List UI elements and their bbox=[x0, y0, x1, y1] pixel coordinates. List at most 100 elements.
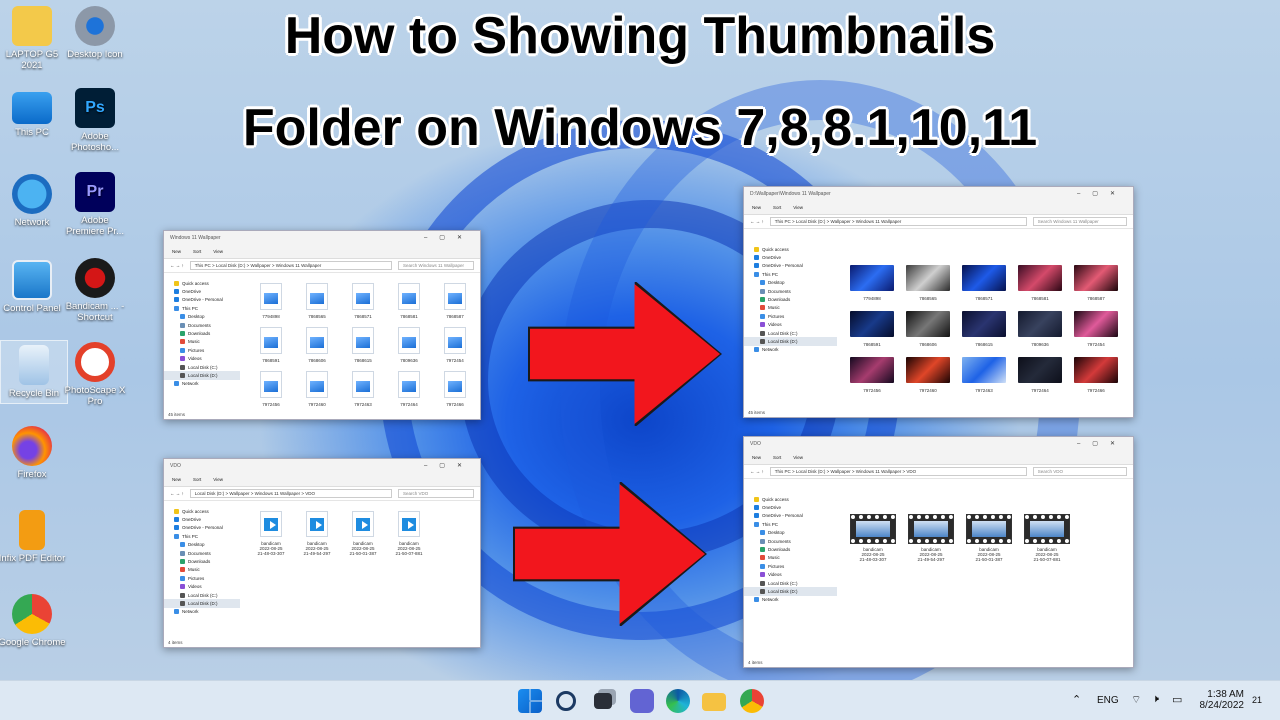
sort-button[interactable]: Sort bbox=[773, 205, 781, 210]
notification-count[interactable]: 21 bbox=[1252, 695, 1262, 705]
desktop-icon-photoscape[interactable]: PhotoScape X Pro bbox=[61, 342, 129, 407]
view-button[interactable]: View bbox=[213, 477, 223, 482]
window-titlebar[interactable]: VDO –▢✕ bbox=[164, 459, 480, 473]
file-item[interactable]: bandicam 2022-08-25 21-49-54-297 bbox=[294, 511, 340, 556]
address-bar[interactable]: This PC > Local Disk (D:) > Wallpaper > … bbox=[189, 261, 392, 270]
file-item[interactable]: 7972460 bbox=[900, 357, 956, 393]
nav-item[interactable]: OneDrive - Personal bbox=[164, 296, 240, 304]
desktop-icon-infix[interactable]: Infix PDF Editor bbox=[0, 510, 66, 564]
back-icon[interactable]: ← → ↑ bbox=[170, 491, 184, 496]
nav-item[interactable]: Videos bbox=[744, 321, 837, 329]
desktop-icon-firefox[interactable]: Firefox bbox=[0, 426, 66, 480]
file-item[interactable]: 7972454 bbox=[432, 327, 478, 363]
sort-button[interactable]: Sort bbox=[193, 477, 201, 482]
file-item[interactable]: 7972463 bbox=[956, 357, 1012, 393]
view-button[interactable]: View bbox=[213, 249, 223, 254]
search-input[interactable]: Search Windows 11 Wallpaper bbox=[1032, 217, 1127, 226]
nav-item[interactable]: This PC bbox=[744, 270, 837, 278]
nav-item[interactable]: Pictures bbox=[164, 574, 240, 582]
nav-item[interactable]: Documents bbox=[744, 287, 837, 295]
file-item[interactable]: 7794898 bbox=[844, 265, 900, 301]
file-item[interactable]: bandicam 2022-08-25 21-48-03-307 bbox=[248, 511, 294, 556]
window-titlebar[interactable]: D:\Wallpaper\Windows 11 Wallpaper –▢✕ bbox=[744, 187, 1133, 201]
explorer-window-vdo-after[interactable]: VDO –▢✕ New Sort View ← → ↑ This PC > Local … bbox=[743, 436, 1134, 668]
nav-item[interactable]: Videos bbox=[744, 571, 837, 579]
search-icon[interactable] bbox=[556, 691, 576, 711]
nav-item[interactable]: Documents bbox=[164, 321, 240, 329]
nav-item[interactable]: Local Disk (D:) bbox=[164, 599, 240, 608]
nav-item[interactable]: Network bbox=[164, 608, 240, 616]
file-item[interactable]: 7972454 bbox=[1068, 311, 1124, 347]
nav-item[interactable]: Quick access bbox=[164, 507, 240, 515]
file-explorer-icon[interactable] bbox=[702, 693, 726, 711]
file-item[interactable]: bandicam 2022-08-25 21-49-54-297 bbox=[902, 514, 960, 562]
file-item[interactable]: 7868587 bbox=[432, 283, 478, 319]
file-item[interactable]: 7868591 bbox=[248, 327, 294, 363]
nav-item[interactable]: Music bbox=[744, 554, 837, 562]
file-item[interactable]: 7868606 bbox=[900, 311, 956, 347]
address-bar[interactable]: Local Disk (D:) > Wallpaper > Windows 11… bbox=[189, 489, 392, 498]
desktop-icon-chrome[interactable]: Google Chrome bbox=[0, 594, 66, 648]
nav-item[interactable]: OneDrive bbox=[164, 287, 240, 295]
nav-item[interactable]: Desktop bbox=[164, 313, 240, 321]
sort-button[interactable]: Sort bbox=[773, 455, 781, 460]
windows-start-icon[interactable] bbox=[518, 689, 542, 713]
nav-item[interactable]: OneDrive - Personal bbox=[164, 524, 240, 532]
file-item[interactable]: 7972466 bbox=[432, 371, 478, 407]
window-titlebar[interactable]: VDO –▢✕ bbox=[744, 437, 1133, 451]
nav-item[interactable]: Desktop bbox=[164, 541, 240, 549]
file-item[interactable]: 7868581 bbox=[1012, 265, 1068, 301]
explorer-window-wallpaper-before[interactable]: Windows 11 Wallpaper –▢✕ New Sort View ← → … bbox=[163, 230, 481, 420]
nav-item[interactable]: Network bbox=[744, 346, 837, 354]
nav-item[interactable]: OneDrive - Personal bbox=[744, 512, 837, 520]
nav-item[interactable]: Videos bbox=[164, 355, 240, 363]
nav-item[interactable]: Local Disk (D:) bbox=[744, 587, 838, 596]
explorer-window-vdo-before[interactable]: VDO –▢✕ New Sort View ← → ↑ Local Disk (D:) … bbox=[163, 458, 481, 648]
file-item[interactable]: 7972456 bbox=[844, 357, 900, 393]
nav-item[interactable]: Documents bbox=[164, 549, 240, 557]
new-button[interactable]: New bbox=[172, 477, 181, 482]
window-controls[interactable]: –▢✕ bbox=[1077, 190, 1127, 197]
nav-item[interactable]: Local Disk (D:) bbox=[164, 371, 240, 380]
file-item[interactable]: 7868615 bbox=[956, 311, 1012, 347]
file-item[interactable]: 7868587 bbox=[1068, 265, 1124, 301]
nav-item[interactable]: Downloads bbox=[164, 329, 240, 337]
address-bar[interactable]: This PC > Local Disk (D:) > Wallpaper > … bbox=[769, 467, 1027, 476]
desktop-icon-control-panel[interactable]: Control Panel bbox=[0, 260, 66, 314]
desktop-icon-photoshop[interactable]: Ps Adobe Photosho... bbox=[61, 88, 129, 153]
teams-icon[interactable] bbox=[630, 689, 654, 713]
window-controls[interactable]: –▢✕ bbox=[424, 462, 474, 469]
view-button[interactable]: View bbox=[793, 455, 803, 460]
nav-item[interactable]: This PC bbox=[164, 532, 240, 540]
window-titlebar[interactable]: Windows 11 Wallpaper –▢✕ bbox=[164, 231, 480, 245]
back-icon[interactable]: ← → ↑ bbox=[750, 219, 764, 224]
search-input[interactable]: Search VDO bbox=[1032, 467, 1127, 476]
nav-item[interactable]: Pictures bbox=[744, 562, 837, 570]
nav-item[interactable]: Documents bbox=[744, 537, 837, 545]
sort-button[interactable]: Sort bbox=[193, 249, 201, 254]
file-item[interactable]: 7972460 bbox=[294, 371, 340, 407]
search-input[interactable]: Search Windows 11 Wallpaper bbox=[398, 261, 474, 270]
nav-item[interactable]: Desktop bbox=[744, 529, 837, 537]
nav-item[interactable]: Local Disk (C:) bbox=[164, 591, 240, 599]
nav-item[interactable]: Network bbox=[164, 380, 240, 388]
window-controls[interactable]: –▢✕ bbox=[424, 234, 474, 241]
nav-item[interactable]: Local Disk (C:) bbox=[744, 329, 837, 337]
chevron-up-icon[interactable]: ⌃ bbox=[1072, 693, 1081, 706]
nav-item[interactable]: Music bbox=[164, 566, 240, 574]
file-item[interactable]: 7868565 bbox=[294, 283, 340, 319]
file-item[interactable]: 7868615 bbox=[340, 327, 386, 363]
nav-item[interactable]: Videos bbox=[164, 583, 240, 591]
address-bar[interactable]: This PC > Local Disk (D:) > Wallpaper > … bbox=[769, 217, 1027, 226]
file-item[interactable]: bandicam 2022-08-25 21-50-07-881 bbox=[386, 511, 432, 556]
new-button[interactable]: New bbox=[752, 205, 761, 210]
file-item[interactable]: 7868581 bbox=[386, 283, 432, 319]
speaker-icon[interactable]: 🕨 bbox=[1152, 693, 1159, 706]
desktop-icon-premiere[interactable]: Pr Adobe Premiere Pr... bbox=[61, 172, 129, 237]
nav-item[interactable]: Pictures bbox=[164, 346, 240, 354]
desktop-icon-laptop[interactable]: LAPTOP G5 2021 bbox=[0, 6, 66, 71]
nav-item[interactable]: Quick access bbox=[164, 279, 240, 287]
file-item[interactable]: 7794898 bbox=[248, 283, 294, 319]
file-item[interactable]: bandicam 2022-08-25 21-48-03-307 bbox=[844, 514, 902, 562]
desktop-icon-bandicam[interactable]: Bandicam ... - Shortcut bbox=[61, 258, 129, 323]
